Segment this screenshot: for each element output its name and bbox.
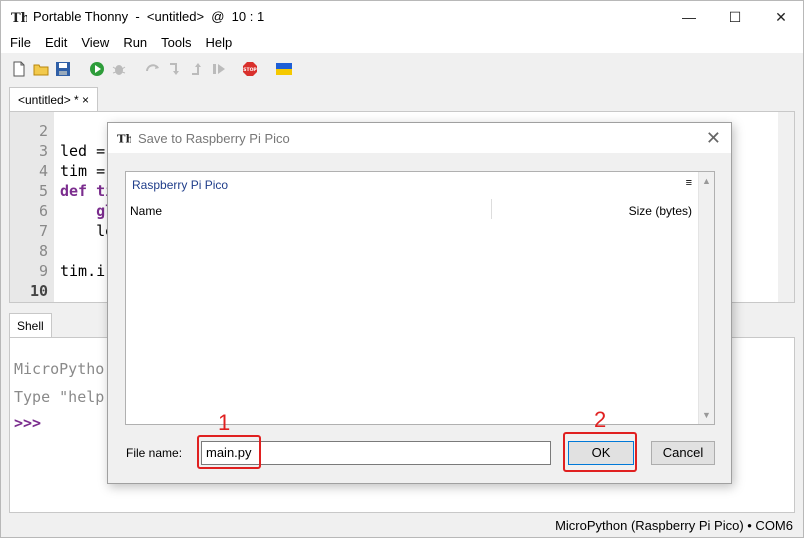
menu-view[interactable]: View (74, 33, 116, 53)
line-number: 6 (38, 202, 48, 220)
ukraine-flag-icon[interactable] (276, 61, 292, 77)
editor-scrollbar[interactable] (778, 112, 794, 302)
tab-untitled[interactable]: <untitled> * × (9, 87, 99, 111)
window-title: Portable Thonny - <untitled> @ 10 : 1 (33, 9, 265, 24)
annotation-box-ok (563, 432, 637, 472)
save-dialog: Th Save to Raspberry Pi Pico ✕ Raspberry… (107, 122, 732, 484)
menu-file[interactable]: File (1, 33, 38, 53)
menu-tools[interactable]: Tools (154, 33, 198, 53)
maximize-button[interactable]: ☐ (712, 1, 758, 33)
code-line: led = (60, 142, 106, 160)
editor-tab-bar: <untitled> * × (1, 85, 803, 111)
step-into-icon[interactable] (167, 61, 183, 77)
filename-label: File name: (126, 446, 183, 460)
dialog-close-icon[interactable]: ✕ (706, 128, 721, 149)
thonny-logo-icon: Th (117, 131, 131, 145)
stop-icon[interactable]: STOP (242, 61, 258, 77)
code-line: tim.i (60, 262, 106, 280)
line-number-gutter: 2 3 4 5 6 7 8 9 10 (10, 112, 54, 302)
line-number: 5 (38, 182, 48, 200)
column-header-size[interactable]: Size (bytes) (629, 204, 692, 218)
shell-prompt: >>> (14, 414, 42, 432)
dialog-title: Save to Raspberry Pi Pico (138, 131, 290, 146)
run-icon[interactable] (89, 61, 105, 77)
menu-bar: File Edit View Run Tools Help (1, 33, 803, 53)
location-label: Raspberry Pi Pico (132, 178, 229, 192)
line-number: 7 (38, 222, 48, 240)
line-number: 3 (38, 142, 48, 160)
shell-banner-line: MicroPytho (14, 360, 105, 378)
scroll-down-icon[interactable]: ▼ (702, 410, 711, 420)
menu-help[interactable]: Help (199, 33, 240, 53)
svg-text:Th: Th (117, 131, 131, 145)
menu-icon[interactable]: ≡ (686, 177, 692, 189)
line-number: 8 (38, 242, 48, 260)
step-out-icon[interactable] (189, 61, 205, 77)
thonny-window: Th Portable Thonny - <untitled> @ 10 : 1… (0, 0, 804, 538)
new-file-icon[interactable] (11, 61, 27, 77)
line-number: 4 (38, 162, 48, 180)
menu-edit[interactable]: Edit (38, 33, 74, 53)
annotation-step-1: 1 (218, 410, 231, 435)
scroll-up-icon[interactable]: ▲ (702, 176, 711, 186)
svg-text:Th: Th (11, 11, 27, 25)
close-window-button[interactable]: ✕ (758, 1, 804, 33)
debug-icon[interactable] (111, 61, 127, 77)
shell-help-line: Type "help (14, 388, 105, 406)
step-over-icon[interactable] (145, 61, 161, 77)
line-number: 2 (38, 122, 48, 140)
line-number: 9 (38, 262, 48, 280)
open-folder-icon[interactable] (33, 61, 49, 77)
cancel-button[interactable]: Cancel (651, 441, 715, 465)
code-line: tim = (60, 162, 106, 180)
annotation-step-2: 2 (594, 407, 607, 432)
thonny-logo-icon: Th (11, 11, 27, 25)
title-bar: Th Portable Thonny - <untitled> @ 10 : 1… (1, 1, 803, 33)
tab-shell[interactable]: Shell (9, 313, 52, 337)
file-list-scrollbar[interactable]: ▲ ▼ (698, 172, 714, 424)
line-number-current: 10 (29, 282, 48, 300)
dialog-title-bar: Th Save to Raspberry Pi Pico ✕ (108, 123, 731, 153)
resume-icon[interactable] (211, 61, 227, 77)
status-bar[interactable]: MicroPython (Raspberry Pi Pico) • COM6 (1, 515, 803, 537)
column-separator (491, 199, 492, 219)
menu-run[interactable]: Run (116, 33, 154, 53)
svg-text:STOP: STOP (243, 67, 257, 73)
toolbar: STOP (1, 53, 803, 85)
column-header-name[interactable]: Name (130, 204, 162, 218)
file-browser[interactable]: Raspberry Pi Pico ≡ Name Size (bytes) ▲ … (125, 171, 715, 425)
save-icon[interactable] (55, 61, 71, 77)
annotation-box-filename (197, 435, 261, 469)
minimize-button[interactable]: — (666, 1, 712, 33)
